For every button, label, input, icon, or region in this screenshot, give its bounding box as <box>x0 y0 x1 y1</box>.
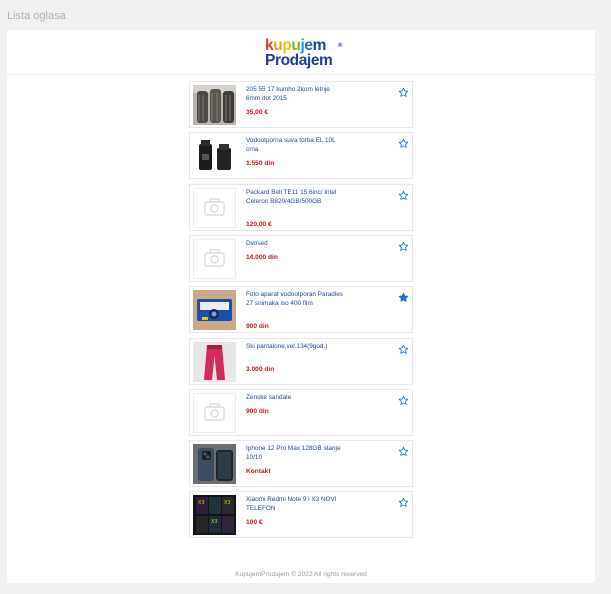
kupujemprodajem-logo[interactable]: kupujem Prodajem ® <box>265 37 345 69</box>
star-outline-icon[interactable] <box>398 444 409 456</box>
listing-item[interactable]: Dvosed 14.000 din <box>189 235 413 282</box>
listing-title[interactable]: Zenske sandale <box>246 393 344 402</box>
listing-price: 900 din <box>246 323 269 330</box>
listing-title[interactable]: Dvosed <box>246 239 344 248</box>
camera-placeholder-icon[interactable] <box>193 188 236 228</box>
listing-item[interactable]: Vodootporna suva torba EL 10L crna 1.550 … <box>189 132 413 179</box>
star-outline-icon[interactable] <box>398 495 409 507</box>
listing-price: 1.550 din <box>246 160 275 167</box>
star-outline-icon[interactable] <box>398 188 409 200</box>
listing-title[interactable]: Foto aparat vodootporan Paradies 27 snim… <box>246 290 344 308</box>
listing-title[interactable]: Vodootporna suva torba EL 10L crna <box>246 136 344 154</box>
listing-title[interactable]: Iphone 12 Pro Max 128GB stanje 10/10 <box>246 444 344 462</box>
star-filled-icon[interactable] <box>398 290 409 302</box>
listing-title[interactable]: Xiaomi Redmi Note 9 i X3 NOVI TELEFON <box>246 495 344 513</box>
listing-item[interactable]: Packard Bell TE11 15.6inc/ Intel Celeron… <box>189 184 413 231</box>
star-outline-icon[interactable] <box>398 342 409 354</box>
listing-item[interactable]: 205 55 17 kumho 2kom letnje 6mm dot 2015… <box>189 81 413 128</box>
listing-price: 100 € <box>246 519 263 526</box>
star-outline-icon[interactable] <box>398 85 409 97</box>
page-title: Lista oglasa <box>7 10 66 22</box>
listing-thumbnail[interactable] <box>193 342 236 382</box>
listing-price: 120,00 € <box>246 221 272 228</box>
footer-copyright: KupujemProdajem © 2022 All rights reserv… <box>235 571 367 578</box>
listing-price: 14.000 din <box>246 254 278 261</box>
listing-title[interactable]: 205 55 17 kumho 2kom letnje 6mm dot 2015 <box>246 85 344 103</box>
star-outline-icon[interactable] <box>398 239 409 251</box>
listing-thumbnail[interactable] <box>193 85 236 125</box>
listing-thumbnail[interactable] <box>193 444 236 484</box>
listing-thumbnail[interactable] <box>193 290 236 330</box>
listing-item[interactable]: Foto aparat vodootporan Paradies 27 snim… <box>189 286 413 333</box>
listing-title[interactable]: Packard Bell TE11 15.6inc/ Intel Celeron… <box>246 188 344 206</box>
listing-price: 3.000 din <box>246 366 275 373</box>
star-outline-icon[interactable] <box>398 393 409 405</box>
listing-title[interactable]: Ski pantalone,vel.134(9god.) <box>246 342 344 351</box>
header-divider <box>7 74 595 75</box>
listing-item[interactable]: Ski pantalone,vel.134(9god.) 3.000 din <box>189 338 413 385</box>
listing-item[interactable]: X3 X3 X3 Xiaomi Redmi Note 9 i X3 NOVI TELE… <box>189 491 413 538</box>
listing-item[interactable]: Zenske sandale 900 din <box>189 389 413 436</box>
camera-placeholder-icon[interactable] <box>193 239 236 279</box>
listing-price: Kontakt <box>246 468 271 475</box>
camera-placeholder-icon[interactable] <box>193 393 236 433</box>
svg-text:X3: X3 <box>211 519 218 525</box>
listings-panel: kupujem Prodajem ® 205 55 17 kumho 2kom … <box>7 30 595 583</box>
listing-thumbnail[interactable] <box>193 136 236 176</box>
svg-text:X3: X3 <box>224 500 231 506</box>
listing-item[interactable]: Iphone 12 Pro Max 128GB stanje 10/10 Kont… <box>189 440 413 487</box>
listing-price: 900 din <box>246 408 269 415</box>
listing-thumbnail[interactable]: X3 X3 X3 <box>193 495 236 535</box>
listing-price: 35,00 € <box>246 109 268 116</box>
svg-text:X3: X3 <box>198 500 205 506</box>
star-outline-icon[interactable] <box>398 136 409 148</box>
